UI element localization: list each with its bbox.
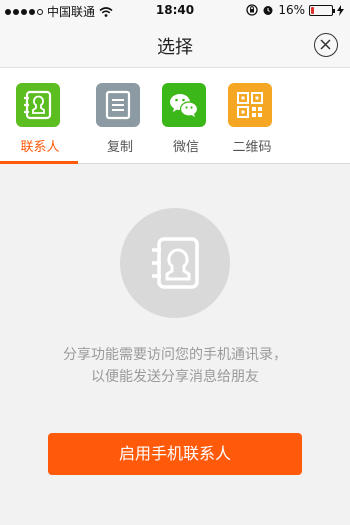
- contacts-placeholder-graphic: [120, 208, 230, 318]
- charging-icon: [337, 4, 344, 16]
- share-target-tabs: 联系人 复制 微信 二维码: [0, 68, 350, 164]
- tab-label: 复制: [106, 140, 133, 155]
- tab-label: 微信: [172, 140, 199, 155]
- status-bar: 中国联通 18:40 16%: [0, 0, 350, 22]
- tab-label: 二维码: [232, 140, 272, 155]
- nav-header: 选择: [0, 22, 350, 68]
- contacts-icon: [152, 237, 199, 289]
- battery-icon: [309, 4, 335, 16]
- tab-contacts[interactable]: 联系人: [7, 68, 73, 164]
- alarm-icon: [263, 6, 273, 15]
- copy-icon: [96, 83, 140, 127]
- battery-percent: 16%: [278, 3, 305, 17]
- close-button[interactable]: [314, 33, 338, 57]
- status-right: 16%: [246, 3, 344, 17]
- rotation-lock-icon: [246, 4, 258, 16]
- tab-label: 联系人: [20, 140, 60, 155]
- contacts-icon: [16, 83, 60, 127]
- enable-contacts-button[interactable]: 启用手机联系人: [48, 433, 302, 475]
- tab-wechat[interactable]: 微信: [153, 68, 219, 164]
- tab-qrcode[interactable]: 二维码: [219, 68, 285, 164]
- permission-message-line1: 分享功能需要访问您的手机通讯录，: [63, 347, 287, 363]
- close-icon: [320, 39, 331, 50]
- permission-message-line2: 以便能发送分享消息给朋友: [91, 369, 259, 385]
- active-tab-indicator: [0, 161, 78, 164]
- qrcode-icon: [228, 83, 272, 127]
- wechat-icon: [162, 83, 206, 127]
- tab-copy[interactable]: 复制: [87, 68, 153, 164]
- battery-level: [311, 6, 314, 14]
- page-title: 选择: [157, 37, 193, 58]
